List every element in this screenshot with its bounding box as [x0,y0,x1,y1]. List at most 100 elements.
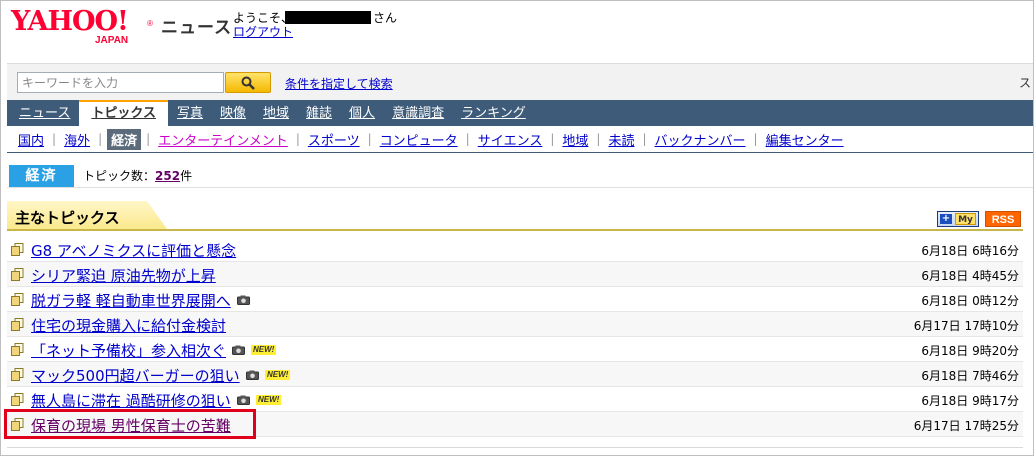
category-nav-item[interactable]: 経済 [107,128,142,150]
new-badge: NEW! [265,370,291,380]
topic-count-prefix: トピック数： [83,169,156,183]
main-nav-item[interactable]: ランキング [453,102,534,126]
logo-sub: JAPAN [95,35,129,46]
topic-count: トピック数：252件 [83,167,192,184]
service-name[interactable]: ニュース [161,13,232,38]
plus-icon: + [940,213,952,224]
topic-link[interactable]: 保育の現場 男性保育士の苦難 [31,415,231,436]
nav-separator: | [465,132,470,146]
category-nav-item[interactable]: バックナンバー [652,129,749,150]
topic-page-icon [11,293,24,306]
topic-link[interactable]: 無人島に滞在 過酷研修の狙い [31,390,231,411]
topic-date: 6月18日 9時20分 [921,344,1019,358]
main-nav-item[interactable]: 地域 [255,102,297,126]
logo-registered-mark: ® [147,19,153,28]
category-nav-item[interactable]: コンピュータ [377,129,461,150]
topic-link[interactable]: マック500円超バーガーの狙い [31,365,240,386]
main-nav-item[interactable]: 雑誌 [298,102,340,126]
topic-row: マック500円超バーガーの狙い 6月18日 7時46分 NEW! [7,362,1023,387]
topic-page-icon [11,393,24,406]
yahoo-japan-logo[interactable]: YAHOO! JAPAN ® [11,7,156,47]
nav-separator: | [367,132,372,146]
topic-list: G8 アベノミクスに評価と懸念 6月18日 6時16分シリア緊迫 原油先物が上昇 6… [7,237,1023,437]
rss-button[interactable]: RSS [985,211,1021,227]
nav-separator: | [52,132,57,146]
topic-link[interactable]: 「ネット予備校」参入相次ぐ [31,340,226,361]
new-badge: NEW! [256,395,282,405]
main-nav: ニュース トピックス 写真 映像 地域 雑誌 個人 意識調査 ランキング [7,100,1033,126]
topic-date: 6月17日 17時10分 [913,319,1019,333]
topic-date: 6月18日 9時17分 [921,394,1019,408]
topic-date: 6月18日 6時16分 [921,244,1019,258]
main-nav-item[interactable]: ニュース [11,102,78,126]
nav-separator: | [295,132,300,146]
divider [7,187,1033,188]
topic-page-icon [11,418,24,431]
topic-row: シリア緊迫 原油先物が上昇 6月18日 4時45分 [7,262,1023,287]
main-nav-item[interactable]: 映像 [212,102,254,126]
category-nav-item[interactable]: サイエンス [475,129,546,150]
category-nav-item[interactable]: 地域 [559,129,591,150]
topic-row: 脱ガラ軽 軽自動車世界展開へ 6月18日 0時12分 [7,287,1023,312]
search-icon [241,76,255,90]
topic-date: 6月17日 17時25分 [913,419,1019,433]
topic-count-number[interactable]: 252 [155,169,180,183]
category-nav-item[interactable]: スポーツ [305,129,363,150]
topic-page-icon [11,243,24,256]
topic-link[interactable]: 住宅の現金購入に給付金検討 [31,315,226,336]
search-input[interactable] [17,72,224,93]
topic-row: 保育の現場 男性保育士の苦難 6月17日 17時25分 [7,412,1023,437]
logout-link[interactable]: ログアウト [233,23,293,40]
topic-row: G8 アベノミクスに評価と懸念 6月18日 6時16分 [7,237,1023,262]
topic-page-icon [11,368,24,381]
category-nav-item[interactable]: エンターテインメント [155,129,291,150]
topic-page-icon [11,268,24,281]
topic-date: 6月18日 4時45分 [921,269,1019,283]
category-nav-item[interactable]: 未読 [605,129,637,150]
category-label: 経済 [9,165,74,187]
camera-icon [232,345,245,355]
topic-page-icon [11,318,24,331]
nav-separator: | [550,132,555,146]
logo-text: YAHOO! [11,6,129,37]
topic-date: 6月18日 0時12分 [921,294,1019,308]
topic-page-icon [11,343,24,356]
truncated-text: ス [1018,76,1031,90]
nav-separator: | [596,132,601,146]
add-to-my-button[interactable]: + My [937,211,979,227]
main-nav-item[interactable]: 意識調査 [384,102,452,126]
topic-link[interactable]: 脱ガラ軽 軽自動車世界展開へ [31,290,231,311]
section-divider [7,229,1023,231]
main-nav-item[interactable]: トピックス [79,100,168,126]
camera-icon [246,370,259,380]
page-header: YAHOO! JAPAN ® ニュース ようこそ、 さん ログアウト [1,1,1033,57]
category-nav: 国内 | 海外 | 経済 | エンターテインメント | スポーツ | コンピュータ | サイエンス | 地域… [7,126,1033,153]
main-nav-item[interactable]: 写真 [169,102,211,126]
category-nav-item[interactable]: 編集センター [763,129,847,150]
advanced-search-link[interactable]: 条件を指定して検索 [285,75,393,92]
search-button[interactable] [225,72,271,93]
camera-icon [237,295,250,305]
main-nav-item[interactable]: 個人 [341,102,383,126]
topic-row: 「ネット予備校」参入相次ぐ 6月18日 9時20分 NEW! [7,337,1023,362]
my-label: My [955,213,976,225]
nav-separator: | [98,132,103,146]
camera-icon [237,395,250,405]
nav-separator: | [146,132,151,146]
nav-separator: | [642,132,647,146]
search-bar: 条件を指定して検索 ス [7,63,1033,100]
new-badge: NEW! [251,345,277,355]
nav-separator: | [753,132,758,146]
topic-row: 住宅の現金購入に給付金検討 6月17日 17時10分 [7,312,1023,337]
divider [7,447,1023,448]
category-nav-item[interactable]: 国内 [15,129,47,150]
section-title: 主なトピックス [15,209,120,227]
topic-date: 6月18日 7時46分 [921,369,1019,383]
redacted-username [285,11,371,24]
topic-link[interactable]: G8 アベノミクスに評価と懸念 [31,240,236,261]
topic-link[interactable]: シリア緊迫 原油先物が上昇 [31,265,216,286]
category-nav-item[interactable]: 海外 [61,129,93,150]
san-suffix: さん [373,11,398,25]
topic-row: 無人島に滞在 過酷研修の狙い 6月18日 9時17分 NEW! [7,387,1023,412]
topic-count-suffix: 件 [180,169,193,183]
